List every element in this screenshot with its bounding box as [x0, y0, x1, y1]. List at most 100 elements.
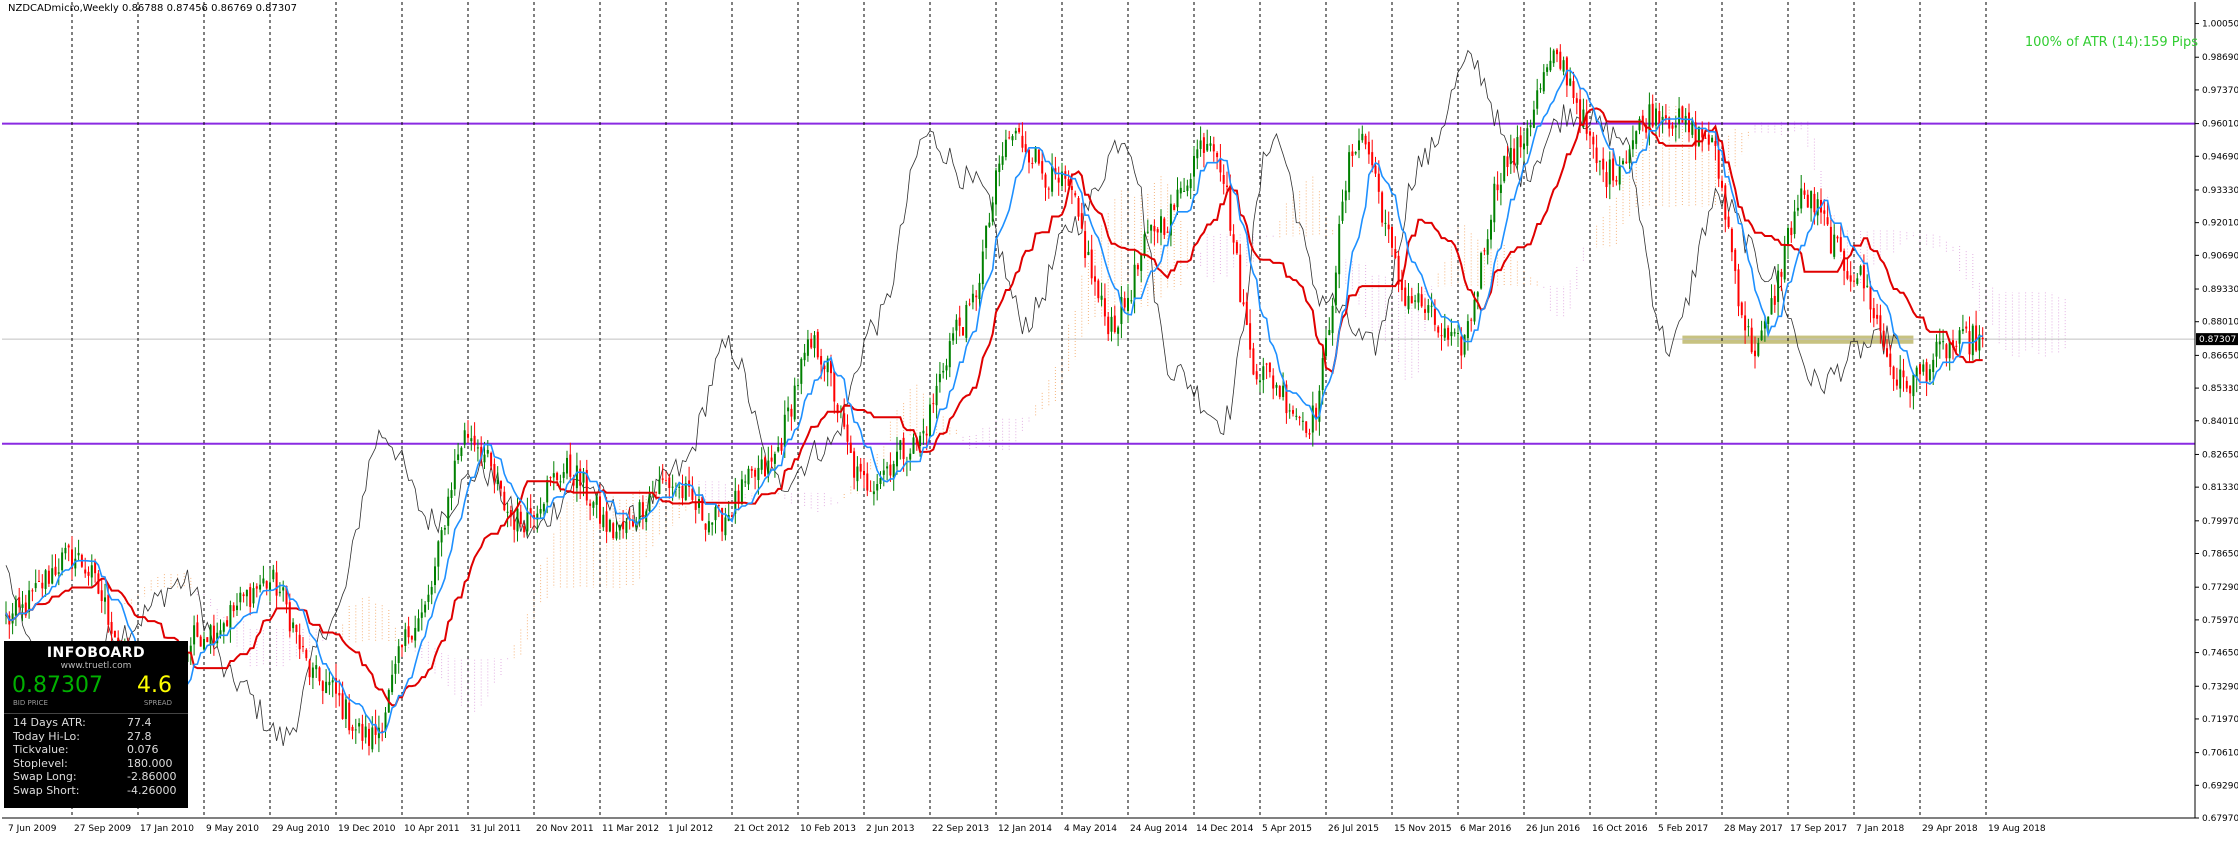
candle-body	[1028, 149, 1030, 163]
y-tick-label: 0.85330	[2202, 384, 2238, 394]
candle-body	[1275, 384, 1278, 388]
candle-body	[1212, 144, 1215, 152]
infoboard-rows: 14 Days ATR: 77.4 Today Hi-Lo: 27.8 Tickva…	[4, 713, 188, 797]
candle-body	[1519, 135, 1522, 148]
candle-body	[401, 645, 403, 648]
candle-body	[1041, 161, 1044, 174]
y-tick-label: 0.92010	[2202, 219, 2238, 229]
candle-body	[684, 483, 687, 501]
candle-body	[496, 479, 499, 484]
infoboard-row: Swap Long: -2.86000	[4, 770, 188, 784]
y-tick-label: 0.73290	[2202, 682, 2238, 692]
candle-body	[1608, 159, 1611, 185]
candle-body	[1490, 219, 1492, 240]
candle-body	[1730, 228, 1733, 253]
candle-body	[1278, 386, 1281, 397]
candle-body	[1361, 133, 1364, 141]
candle-body	[1311, 405, 1314, 433]
candle-body	[1717, 149, 1720, 179]
candle-body	[440, 530, 443, 543]
candle-body	[1919, 363, 1921, 375]
bid-price: 0.87307	[12, 673, 103, 698]
candle-body	[899, 440, 902, 450]
candle-body	[929, 404, 931, 437]
candle-body	[302, 646, 304, 648]
candle-body	[272, 569, 275, 580]
candle-body	[1222, 175, 1225, 184]
x-tick-label: 12 Jan 2014	[998, 824, 1052, 834]
candle-body	[493, 463, 496, 481]
x-tick-label: 10 Feb 2013	[800, 824, 856, 834]
candle-body	[1813, 193, 1816, 213]
candle-body	[262, 578, 265, 584]
candle-body	[519, 511, 522, 525]
candle-body	[724, 517, 727, 536]
tenkan-line	[5, 69, 1983, 734]
candle-body	[678, 486, 681, 488]
candle-body	[1470, 319, 1473, 321]
candle-body	[503, 491, 506, 511]
candle-body	[816, 331, 819, 358]
x-tick-label: 31 Jul 2011	[470, 824, 521, 834]
candle-body	[641, 502, 644, 520]
candle-body	[1282, 385, 1285, 398]
chart-area[interactable]: 7 Jun 2009 27 Sep 2009 17 Jan 2010 9 May 20…	[0, 0, 2238, 838]
candle-body	[391, 674, 394, 693]
candle-body	[315, 665, 318, 670]
candle-body	[1876, 314, 1879, 319]
candle-body	[820, 356, 823, 365]
x-tick-label: 22 Sep 2013	[932, 824, 989, 834]
candle-body	[615, 531, 618, 539]
candle-body	[681, 485, 684, 499]
candle-body	[777, 447, 780, 452]
candle-body	[47, 570, 50, 584]
candle-body	[1004, 139, 1007, 158]
candle-body	[1377, 173, 1380, 192]
candle-body	[1509, 147, 1512, 165]
candle-body	[1945, 344, 1948, 359]
candle-body	[592, 502, 595, 508]
candle-body	[1770, 298, 1773, 315]
candle-body	[1476, 292, 1479, 297]
y-tick-label: 0.67970	[2202, 814, 2238, 824]
candle-body	[67, 545, 70, 548]
candle-body	[612, 523, 615, 538]
candle-body	[1595, 147, 1598, 164]
candle-body	[704, 523, 707, 530]
candle-body	[1740, 302, 1743, 316]
candle-body	[968, 303, 971, 305]
candle-body	[1971, 325, 1974, 356]
candle-body	[1737, 269, 1740, 307]
candle-body	[259, 584, 262, 590]
candle-body	[38, 580, 40, 582]
candle-body	[770, 457, 773, 462]
candle-body	[1206, 143, 1209, 151]
y-tick-label: 0.98690	[2202, 53, 2238, 63]
candle-body	[1826, 217, 1829, 225]
candle-body	[1186, 185, 1189, 191]
candle-body	[430, 586, 433, 595]
candle-body	[1707, 134, 1710, 145]
candle-body	[793, 385, 796, 420]
candle-body	[249, 587, 252, 607]
candle-body	[872, 491, 875, 495]
candle-body	[1750, 327, 1753, 353]
candle-body	[193, 625, 196, 645]
candle-body	[1381, 192, 1384, 223]
candle-body	[252, 588, 255, 604]
candle-body	[1697, 126, 1700, 146]
candle-body	[882, 470, 885, 475]
candle-body	[1196, 149, 1199, 159]
candle-body	[859, 463, 862, 472]
candle-body	[833, 371, 836, 402]
candle-body	[622, 521, 625, 530]
candle-body	[1754, 350, 1756, 357]
candle-body	[1480, 252, 1483, 289]
x-tick-label: 6 Mar 2016	[1460, 824, 1512, 834]
price-chart[interactable]: 7 Jun 2009 27 Sep 2009 17 Jan 2010 9 May 20…	[0, 0, 2238, 838]
candle-body	[41, 582, 44, 589]
candle-body	[354, 729, 357, 731]
y-tick-label: 1.00050	[2202, 20, 2238, 30]
candle-body	[879, 477, 882, 484]
candle-body	[298, 634, 301, 650]
